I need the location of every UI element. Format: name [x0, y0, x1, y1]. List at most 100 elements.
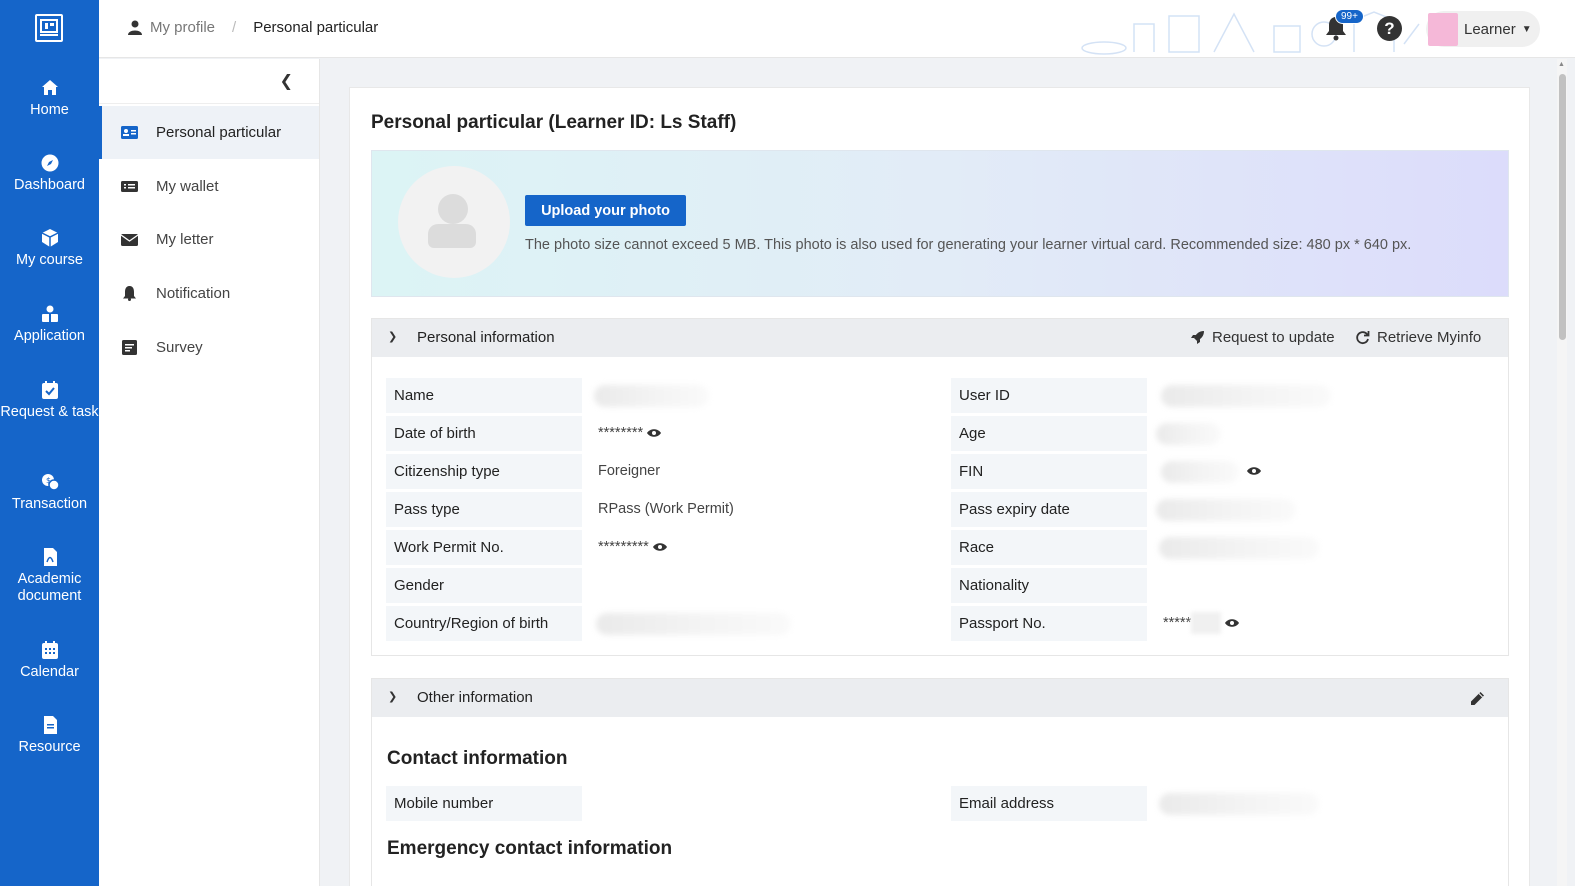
other-information-section: ❯ Other information Contact information …: [371, 678, 1509, 886]
field-row-date-of-birth: Date of birth ********: [386, 416, 936, 451]
field-label: Pass expiry date: [951, 492, 1147, 527]
field-label: Citizenship type: [386, 454, 582, 489]
rail-item-request-task[interactable]: Request & task: [0, 380, 99, 421]
sub-nav-item-personal-particular[interactable]: Personal particular: [99, 106, 319, 159]
field-label: Date of birth: [386, 416, 582, 451]
sub-nav-label: Notification: [156, 285, 231, 302]
rocket-icon: [1191, 331, 1204, 344]
rail-item-application[interactable]: Application: [0, 304, 99, 345]
redacted-value: [596, 613, 791, 635]
box-icon: [41, 229, 58, 247]
rail-item-home[interactable]: Home: [0, 78, 99, 119]
field-row-work-permit-no: Work Permit No. *********: [386, 530, 936, 565]
calendar-icon: [41, 641, 58, 659]
top-header: My profile / Personal particular 99+ ? L…: [99, 0, 1575, 58]
id-card-icon: [121, 126, 138, 139]
upload-photo-button[interactable]: Upload your photo: [525, 195, 686, 226]
user-menu[interactable]: Learner ▼: [1426, 11, 1540, 47]
redacted-value: [1156, 423, 1221, 445]
bell-icon: [123, 286, 136, 301]
redacted-value: [1156, 499, 1296, 521]
sub-nav-item-my-letter[interactable]: My letter: [99, 213, 319, 266]
eye-icon[interactable]: [1247, 466, 1261, 476]
field-row-user-id: User ID: [951, 378, 1501, 413]
sub-nav-item-my-wallet[interactable]: My wallet: [99, 160, 319, 213]
scroll-up-arrow-icon[interactable]: ▲: [1558, 61, 1565, 68]
svg-text:$: $: [46, 476, 51, 485]
refresh-icon: [1356, 331, 1370, 345]
chevron-down-icon[interactable]: ❯: [388, 330, 397, 343]
app-logo[interactable]: [35, 14, 63, 42]
personal-information-header[interactable]: ❯ Personal information Request to update…: [372, 319, 1508, 357]
sub-nav-label: Survey: [156, 339, 203, 356]
field-row-email-address: Email address: [951, 786, 1501, 821]
photo-upload-panel: Upload your photo The photo size cannot …: [371, 150, 1509, 297]
section-title: Personal information: [417, 329, 555, 346]
sub-nav-label: My wallet: [156, 178, 219, 195]
field-label: Mobile number: [386, 786, 582, 821]
field-value: RPass (Work Permit): [598, 501, 734, 517]
calendar-check-icon: [41, 381, 58, 399]
user-role-label: Learner: [1464, 20, 1516, 38]
personal-information-section: ❯ Personal information Request to update…: [371, 318, 1509, 656]
request-to-update-button[interactable]: Request to update: [1190, 329, 1335, 346]
collapse-sidebar-button[interactable]: ❮: [99, 59, 319, 104]
notification-count-badge: 99+: [1335, 9, 1364, 24]
field-row-race: Race: [951, 530, 1501, 565]
page-title: Personal particular (Learner ID: Ls Staf…: [371, 112, 737, 133]
main-content-card: Personal particular (Learner ID: Ls Staf…: [349, 87, 1530, 886]
edit-pencil-icon[interactable]: [1469, 690, 1486, 707]
contact-information-heading: Contact information: [387, 748, 568, 769]
scrollbar-thumb[interactable]: [1559, 74, 1566, 340]
redacted-value: [1159, 537, 1319, 559]
eye-icon[interactable]: [1225, 618, 1240, 628]
sub-nav-item-notification[interactable]: Notification: [99, 267, 319, 320]
field-row-pass-expiry-date: Pass expiry date: [951, 492, 1501, 527]
rail-item-academic-document[interactable]: Academic document: [0, 547, 99, 605]
home-icon: [41, 80, 58, 95]
rail-label: Home: [30, 102, 69, 118]
envelope-icon: [121, 234, 138, 246]
field-row-fin: FIN: [951, 454, 1501, 489]
redacted-value: [1161, 461, 1239, 483]
rail-label: Academic document: [17, 571, 82, 604]
photo-placeholder: [398, 166, 510, 278]
field-label: Nationality: [951, 568, 1147, 603]
photo-size-hint: The photo size cannot exceed 5 MB. This …: [525, 237, 1412, 253]
rail-item-transaction[interactable]: $ Transaction: [0, 472, 99, 513]
breadcrumb: My profile / Personal particular: [128, 19, 378, 36]
survey-icon: [122, 340, 137, 355]
rail-item-calendar[interactable]: Calendar: [0, 640, 99, 681]
rail-item-resource[interactable]: Resource: [0, 715, 99, 756]
emergency-contact-heading: Emergency contact information: [387, 838, 673, 859]
field-row-country-of-birth: Country/Region of birth: [386, 606, 936, 641]
field-row-passport-no: Passport No. *****: [951, 606, 1501, 641]
field-label: Pass type: [386, 492, 582, 527]
other-information-header[interactable]: ❯ Other information: [372, 679, 1508, 717]
eye-icon[interactable]: [652, 542, 667, 552]
breadcrumb-separator: /: [232, 19, 237, 36]
rail-label: Dashboard: [14, 177, 85, 193]
field-label: Gender: [386, 568, 582, 603]
rail-item-dashboard[interactable]: Dashboard: [0, 153, 99, 194]
sub-nav-item-survey[interactable]: Survey: [99, 321, 319, 374]
field-label: Passport No.: [951, 606, 1147, 641]
rail-item-my-course[interactable]: My course: [0, 228, 99, 269]
breadcrumb-my-profile[interactable]: My profile: [150, 19, 215, 36]
chevron-down-icon[interactable]: ❯: [388, 690, 397, 703]
field-value: *****: [1163, 606, 1240, 641]
field-value: *********: [598, 530, 667, 565]
eye-icon[interactable]: [647, 428, 662, 438]
field-label: Name: [386, 378, 582, 413]
file-icon: [43, 716, 57, 734]
retrieve-myinfo-button[interactable]: Retrieve Myinfo: [1355, 329, 1481, 346]
field-label: Race: [951, 530, 1147, 565]
field-label: FIN: [951, 454, 1147, 489]
field-row-name: Name: [386, 378, 936, 413]
wallet-icon: [121, 181, 138, 192]
field-label: Email address: [951, 786, 1147, 821]
help-icon[interactable]: ?: [1377, 16, 1402, 41]
sub-nav-label: My letter: [156, 231, 214, 248]
compass-icon: [41, 154, 58, 172]
rail-label: Transaction: [11, 496, 88, 512]
